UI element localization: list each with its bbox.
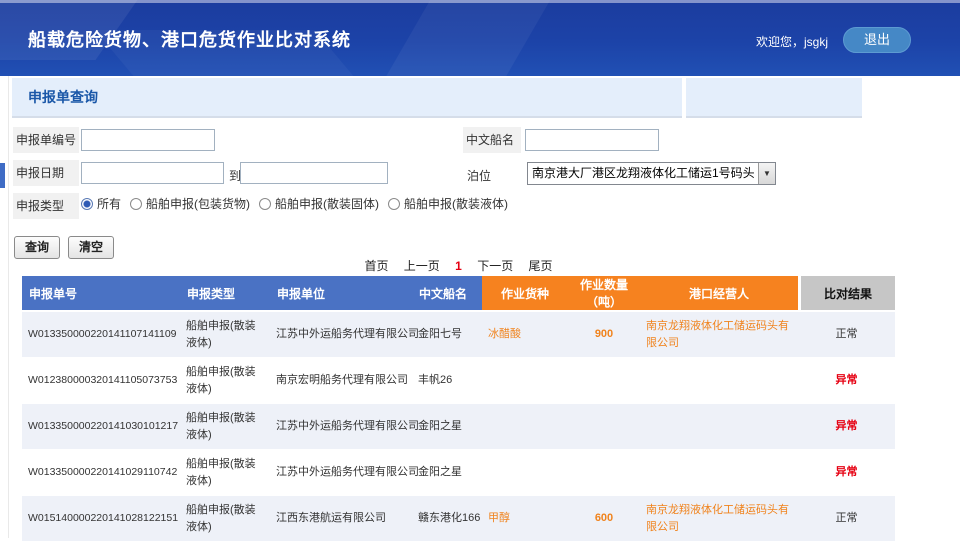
header-cargo-type: 作业货种 <box>482 276 568 312</box>
radio-all[interactable]: 所有 <box>81 195 121 212</box>
app-header: 船载危险货物、港口危货作业比对系统 欢迎您，jsgkj 退出 <box>0 0 960 76</box>
cell-compare-result: 异常 <box>798 404 895 450</box>
cell-compare-result: 正常 <box>798 496 895 542</box>
cell-compare-result: 异常 <box>798 450 895 496</box>
cell-ship-name: 金阳之星 <box>412 404 482 450</box>
logout-button[interactable]: 退出 <box>843 27 911 53</box>
declaration-date-label: 申报日期 <box>13 160 79 186</box>
cell-declaration-type: 船舶申报(散装液体) <box>180 312 270 358</box>
declaration-type-label: 申报类型 <box>13 193 79 219</box>
header-compare-result: 比对结果 <box>798 276 895 312</box>
cell-quantity <box>568 358 640 404</box>
pagination-last[interactable]: 尾页 <box>529 259 553 273</box>
cell-cargo-type: 甲醇 <box>482 496 568 542</box>
cell-declaration-unit: 江西东港航运有限公司 <box>270 496 412 542</box>
table-row: W013350000220141030101217船舶申报(散装液体)江苏中外运… <box>22 404 895 450</box>
cell-cargo-type: 冰醋酸 <box>482 312 568 358</box>
cell-port-operator: 南京龙翔液体化工储运码头有限公司 <box>640 496 798 542</box>
section-header: 申报单查询 <box>12 78 682 118</box>
pagination-first[interactable]: 首页 <box>364 259 388 273</box>
welcome-text: 欢迎您，jsgkj <box>756 33 828 50</box>
berth-label: 泊位 <box>467 167 491 184</box>
cell-ship-name: 赣东港化166 <box>412 496 482 542</box>
query-button[interactable]: 查询 <box>14 236 60 259</box>
table-header-row: 申报单号 申报类型 申报单位 中文船名 作业货种 作业数量（吨） 港口经营人 比… <box>22 276 895 312</box>
cell-declaration-no: W012380000320141105073753 <box>22 358 180 404</box>
content-left-divider <box>8 76 9 538</box>
cell-declaration-unit: 江苏中外运船务代理有限公司 <box>270 450 412 496</box>
ship-name-input[interactable] <box>525 129 659 151</box>
cell-ship-name: 丰帆26 <box>412 358 482 404</box>
berth-selected-value: 南京港大厂港区龙翔液体化工储运1号码头 <box>532 163 755 184</box>
dropdown-arrow-icon: ▼ <box>758 163 775 184</box>
cell-declaration-no: W015140000220141028122151 <box>22 496 180 542</box>
cell-port-operator: 南京龙翔液体化工储运码头有限公司 <box>640 312 798 358</box>
cell-port-operator <box>640 404 798 450</box>
cell-declaration-unit: 江苏中外运船务代理有限公司 <box>270 404 412 450</box>
cell-ship-name: 金阳七号 <box>412 312 482 358</box>
ship-name-label: 中文船名 <box>463 127 521 153</box>
table-body: W013350000220141107141109船舶申报(散装液体)江苏中外运… <box>22 312 895 542</box>
page-title: 申报单查询 <box>12 78 682 116</box>
header-declaration-unit: 申报单位 <box>270 276 412 312</box>
date-to-input[interactable] <box>240 162 388 184</box>
cell-declaration-unit: 南京宏明船务代理有限公司 <box>270 358 412 404</box>
radio-icon <box>388 198 400 210</box>
pagination-prev[interactable]: 上一页 <box>404 259 440 273</box>
pagination-next[interactable]: 下一页 <box>477 259 513 273</box>
pagination: 首页 上一页 1 下一页 尾页 <box>22 257 895 274</box>
cell-quantity <box>568 404 640 450</box>
header-declaration-no: 申报单号 <box>22 276 180 312</box>
radio-icon <box>130 198 142 210</box>
cell-declaration-no: W013350000220141107141109 <box>22 312 180 358</box>
radio-label: 船舶申报(散装液体) <box>404 195 508 212</box>
cell-declaration-type: 船舶申报(散装液体) <box>180 450 270 496</box>
cell-cargo-type <box>482 404 568 450</box>
table-row: W013350000220141029110742船舶申报(散装液体)江苏中外运… <box>22 450 895 496</box>
cell-cargo-type <box>482 358 568 404</box>
cell-declaration-type: 船舶申报(散装液体) <box>180 404 270 450</box>
declaration-no-label: 申报单编号 <box>13 127 79 153</box>
app-title: 船载危险货物、港口危货作业比对系统 <box>28 26 351 52</box>
declaration-no-input[interactable] <box>81 129 215 151</box>
cell-quantity: 600 <box>568 496 640 542</box>
clear-button[interactable]: 清空 <box>68 236 114 259</box>
pagination-current-page: 1 <box>455 259 462 273</box>
table-row: W013350000220141107141109船舶申报(散装液体)江苏中外运… <box>22 312 895 358</box>
cell-cargo-type <box>482 450 568 496</box>
cell-declaration-no: W013350000220141030101217 <box>22 404 180 450</box>
header-ship-name: 中文船名 <box>412 276 482 312</box>
cell-compare-result: 异常 <box>798 358 895 404</box>
cell-compare-result: 正常 <box>798 312 895 358</box>
radio-bulk-liquid[interactable]: 船舶申报(散装液体) <box>388 195 508 212</box>
cell-declaration-type: 船舶申报(散装液体) <box>180 358 270 404</box>
cell-port-operator <box>640 358 798 404</box>
table-row: W015140000220141028122151船舶申报(散装液体)江西东港航… <box>22 496 895 542</box>
cell-declaration-unit: 江苏中外运船务代理有限公司 <box>270 312 412 358</box>
berth-select[interactable]: 南京港大厂港区龙翔液体化工储运1号码头 ▼ <box>527 162 776 185</box>
cell-quantity: 900 <box>568 312 640 358</box>
cell-ship-name: 金阳之星 <box>412 450 482 496</box>
table-row: W012380000320141105073753船舶申报(散装液体)南京宏明船… <box>22 358 895 404</box>
date-from-input[interactable] <box>81 162 224 184</box>
cell-quantity <box>568 450 640 496</box>
radio-label: 船舶申报(包装货物) <box>146 195 250 212</box>
declaration-type-radio-group: 所有 船舶申报(包装货物) 船舶申报(散装固体) 船舶申报(散装液体) <box>81 195 508 212</box>
header-quantity: 作业数量（吨） <box>568 276 640 312</box>
radio-icon <box>81 198 93 210</box>
radio-packaged-goods[interactable]: 船舶申报(包装货物) <box>130 195 250 212</box>
result-table: 申报单号 申报类型 申报单位 中文船名 作业货种 作业数量（吨） 港口经营人 比… <box>22 276 895 542</box>
radio-label: 所有 <box>97 195 121 212</box>
radio-label: 船舶申报(散装固体) <box>275 195 379 212</box>
header-declaration-type: 申报类型 <box>180 276 270 312</box>
header-decoration <box>378 0 562 76</box>
cell-declaration-no: W013350000220141029110742 <box>22 450 180 496</box>
radio-icon <box>259 198 271 210</box>
left-accent-bar <box>0 163 5 188</box>
cell-declaration-type: 船舶申报(散装液体) <box>180 496 270 542</box>
section-header-secondary <box>686 78 862 118</box>
radio-bulk-solid[interactable]: 船舶申报(散装固体) <box>259 195 379 212</box>
header-port-operator: 港口经营人 <box>640 276 798 312</box>
cell-port-operator <box>640 450 798 496</box>
